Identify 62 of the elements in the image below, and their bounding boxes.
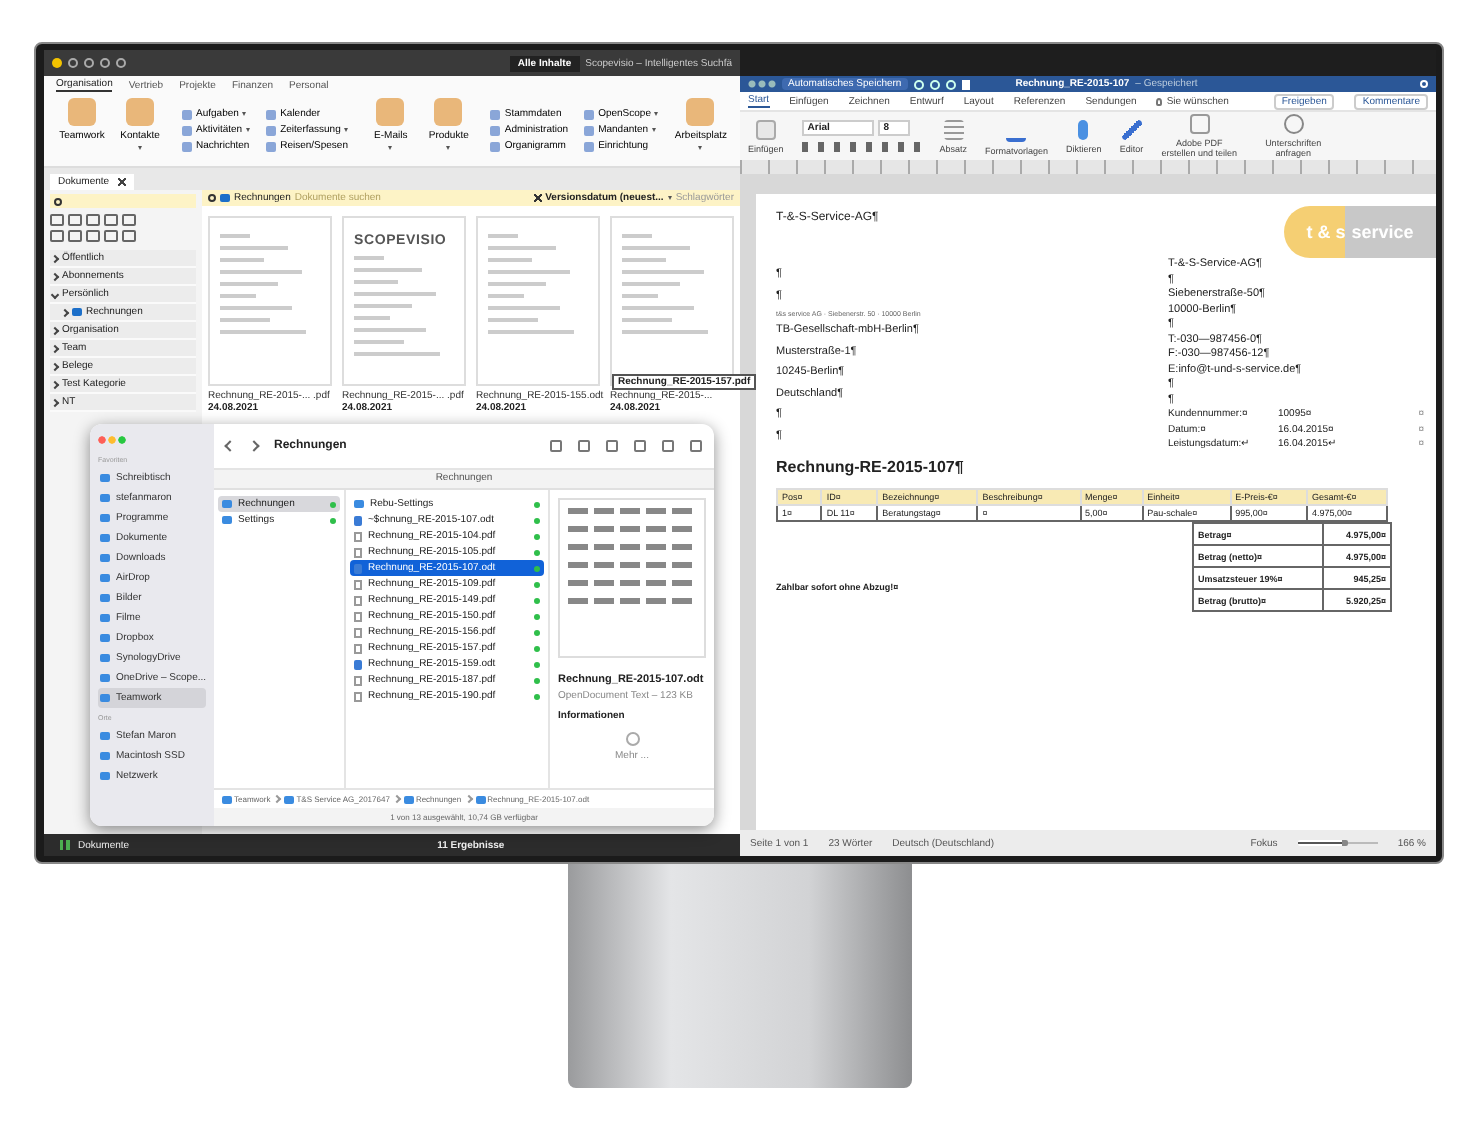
- folder-icon: [100, 534, 110, 542]
- chart-icon: [60, 840, 70, 850]
- folder-icon: [100, 494, 110, 502]
- paste-icon: [755, 119, 776, 139]
- sync-status-icon: [534, 533, 540, 539]
- sync-status-icon: [534, 613, 540, 619]
- document-thumbnail[interactable]: [208, 216, 332, 386]
- folder-icon: [475, 795, 486, 803]
- lightbulb-icon: [1156, 97, 1163, 105]
- sync-status-icon: [534, 629, 540, 635]
- folder-icon: [100, 694, 110, 702]
- folder-icon: [222, 795, 232, 803]
- sync-status-icon: [534, 677, 540, 683]
- folder-icon: [284, 795, 295, 803]
- sync-status-icon: [534, 693, 540, 699]
- folder-icon: [100, 634, 110, 642]
- sync-status-icon: [330, 501, 336, 507]
- close-icon[interactable]: [117, 178, 126, 186]
- sync-status-icon: [330, 517, 336, 523]
- folder-icon: [100, 732, 110, 740]
- folder-icon: [100, 674, 110, 682]
- chevron-icon: [464, 794, 473, 804]
- folder-icon: [100, 554, 110, 562]
- app-icon: [126, 98, 154, 126]
- dictate-icon: [1078, 119, 1089, 139]
- chevron-icon: [273, 794, 282, 804]
- app-logo-icon: [52, 58, 62, 68]
- sync-status-icon: [534, 645, 540, 651]
- folder-icon: [100, 474, 110, 482]
- folder-icon: [220, 194, 230, 202]
- app-icon: [434, 98, 463, 126]
- sync-status-icon: [534, 581, 540, 587]
- folder-icon: [72, 308, 82, 316]
- sync-status-icon: [534, 661, 540, 667]
- app-icon: [68, 98, 96, 126]
- close-icon[interactable]: [533, 194, 542, 202]
- sync-status-icon: [534, 501, 540, 507]
- forward-icon[interactable]: [248, 440, 260, 452]
- window-controls-icon: [748, 80, 776, 88]
- window-controls-icon: [98, 436, 126, 444]
- formatting-icons: [801, 142, 922, 152]
- chevron-icon: [392, 794, 402, 804]
- sync-status-icon: [534, 549, 540, 555]
- search-field[interactable]: [50, 194, 196, 208]
- folder-icon: [100, 752, 110, 760]
- caret-icon: [667, 196, 672, 200]
- folder-icon: [403, 795, 414, 803]
- folder-icon: [100, 594, 110, 602]
- sync-status-icon: [534, 517, 540, 523]
- folder-icon: [100, 772, 110, 780]
- folder-icon: [100, 574, 110, 582]
- folder-icon: [100, 614, 110, 622]
- invoice-heading: Rechnung-RE-2015-107¶: [776, 458, 966, 476]
- app-icon: [376, 98, 405, 126]
- folder-icon: [100, 654, 110, 662]
- sync-status-icon: [534, 597, 540, 603]
- folder-icon: [354, 500, 364, 508]
- app-icon: [686, 98, 715, 126]
- more-icon: [625, 732, 639, 746]
- sync-status-icon: [534, 565, 540, 571]
- document-thumbnail[interactable]: [476, 216, 600, 386]
- folder-icon: [100, 514, 110, 522]
